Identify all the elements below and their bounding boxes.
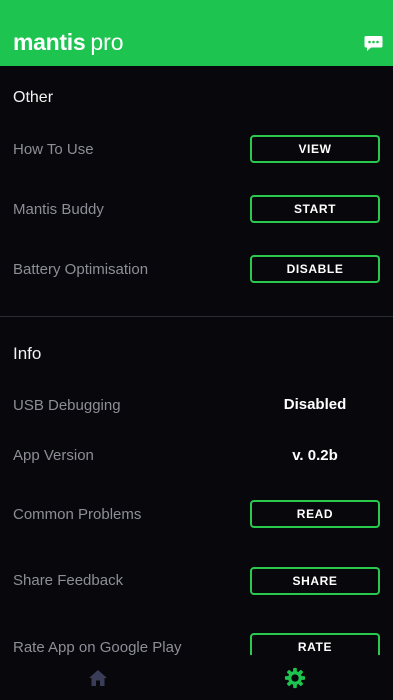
gear-icon[interactable] xyxy=(280,663,310,693)
share-button[interactable]: SHARE xyxy=(250,567,380,595)
chat-icon[interactable] xyxy=(364,35,383,52)
logo-light-text: pro xyxy=(90,29,124,55)
section-title-other: Other xyxy=(13,89,54,106)
section-divider xyxy=(0,316,393,317)
usb-debugging-value: Disabled xyxy=(283,396,347,413)
disable-button[interactable]: DISABLE xyxy=(250,255,380,283)
bottom-tab-bar xyxy=(0,655,393,700)
home-icon[interactable] xyxy=(83,663,113,693)
battery-optimisation-label: Battery Optimisation xyxy=(13,261,149,278)
view-button[interactable]: VIEW xyxy=(250,135,380,163)
app-version-label: App Version xyxy=(13,447,94,464)
usb-debugging-label: USB Debugging xyxy=(13,397,121,414)
section-title-info: Info xyxy=(13,344,42,363)
logo-bold-text: mantis xyxy=(13,29,86,55)
common-problems-label: Common Problems xyxy=(13,506,142,523)
app-header: mantis pro xyxy=(0,0,393,66)
mantis-buddy-label: Mantis Buddy xyxy=(13,201,104,218)
app-logo: mantis pro xyxy=(13,28,124,56)
start-button[interactable]: START xyxy=(250,195,380,223)
share-feedback-label: Share Feedback xyxy=(13,572,124,589)
how-to-use-label: How To Use xyxy=(13,141,94,158)
app-version-value: v. 0.2b xyxy=(292,447,338,464)
read-button[interactable]: READ xyxy=(250,500,380,528)
